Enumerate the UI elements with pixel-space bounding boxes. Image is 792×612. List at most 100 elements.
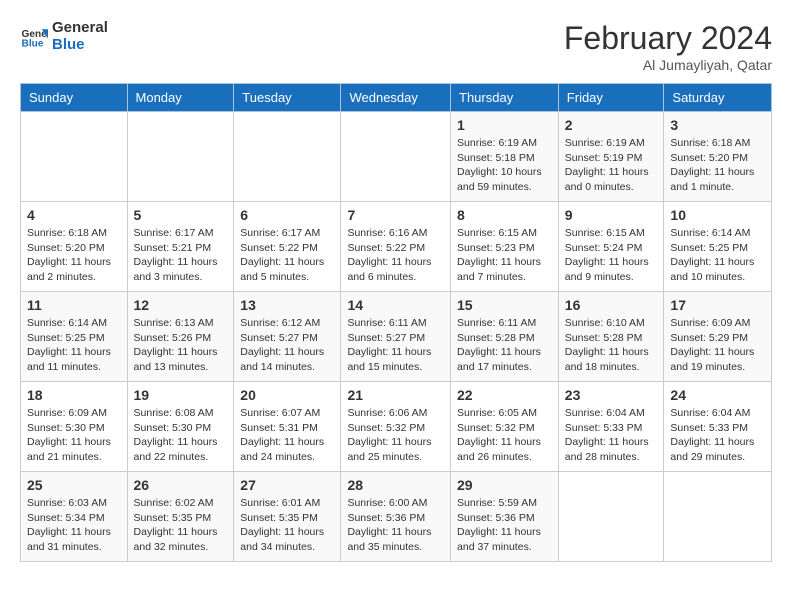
day-info: Sunrise: 6:06 AM Sunset: 5:32 PM Dayligh… (347, 406, 444, 465)
day-number: 9 (565, 207, 658, 223)
calendar-cell: 20 Sunrise: 6:07 AM Sunset: 5:31 PM Dayli… (234, 382, 341, 472)
calendar-cell (234, 112, 341, 202)
day-number: 25 (27, 477, 121, 493)
day-info: Sunrise: 6:04 AM Sunset: 5:33 PM Dayligh… (670, 406, 765, 465)
location: Al Jumayliyah, Qatar (564, 57, 772, 73)
day-number: 21 (347, 387, 444, 403)
day-number: 5 (134, 207, 228, 223)
calendar-cell: 1 Sunrise: 6:19 AM Sunset: 5:18 PM Daylig… (451, 112, 559, 202)
day-info: Sunrise: 6:01 AM Sunset: 5:35 PM Dayligh… (240, 496, 334, 555)
day-number: 8 (457, 207, 552, 223)
day-number: 17 (670, 297, 765, 313)
day-number: 15 (457, 297, 552, 313)
logo: General Blue General Blue (20, 20, 108, 53)
logo-icon: General Blue (20, 23, 48, 51)
day-number: 4 (27, 207, 121, 223)
day-info: Sunrise: 6:02 AM Sunset: 5:35 PM Dayligh… (134, 496, 228, 555)
page-header: General Blue General Blue February 2024 … (20, 20, 772, 73)
day-info: Sunrise: 6:14 AM Sunset: 5:25 PM Dayligh… (27, 316, 121, 375)
day-number: 13 (240, 297, 334, 313)
calendar-cell: 6 Sunrise: 6:17 AM Sunset: 5:22 PM Daylig… (234, 202, 341, 292)
day-info: Sunrise: 6:09 AM Sunset: 5:30 PM Dayligh… (27, 406, 121, 465)
calendar-cell: 10 Sunrise: 6:14 AM Sunset: 5:25 PM Dayli… (664, 202, 772, 292)
calendar-cell: 2 Sunrise: 6:19 AM Sunset: 5:19 PM Daylig… (558, 112, 664, 202)
day-number: 22 (457, 387, 552, 403)
weekday-header-wednesday: Wednesday (341, 84, 451, 112)
calendar-cell: 18 Sunrise: 6:09 AM Sunset: 5:30 PM Dayli… (21, 382, 128, 472)
day-info: Sunrise: 6:12 AM Sunset: 5:27 PM Dayligh… (240, 316, 334, 375)
calendar-cell: 24Sunrise: 6:04 AM Sunset: 5:33 PM Dayli… (664, 382, 772, 472)
calendar-cell (21, 112, 128, 202)
calendar-cell: 21 Sunrise: 6:06 AM Sunset: 5:32 PM Dayli… (341, 382, 451, 472)
day-info: Sunrise: 6:17 AM Sunset: 5:22 PM Dayligh… (240, 226, 334, 285)
calendar-table: SundayMondayTuesdayWednesdayThursdayFrid… (20, 83, 772, 562)
day-number: 6 (240, 207, 334, 223)
day-info: Sunrise: 6:19 AM Sunset: 5:18 PM Dayligh… (457, 136, 552, 195)
day-number: 7 (347, 207, 444, 223)
logo-line2: Blue (52, 37, 108, 54)
svg-text:Blue: Blue (22, 38, 44, 49)
day-number: 18 (27, 387, 121, 403)
day-number: 20 (240, 387, 334, 403)
day-info: Sunrise: 6:04 AM Sunset: 5:33 PM Dayligh… (565, 406, 658, 465)
day-info: Sunrise: 6:00 AM Sunset: 5:36 PM Dayligh… (347, 496, 444, 555)
month-year: February 2024 (564, 20, 772, 57)
day-info: Sunrise: 6:16 AM Sunset: 5:22 PM Dayligh… (347, 226, 444, 285)
calendar-cell: 11 Sunrise: 6:14 AM Sunset: 5:25 PM Dayli… (21, 292, 128, 382)
calendar-cell: 7 Sunrise: 6:16 AM Sunset: 5:22 PM Daylig… (341, 202, 451, 292)
weekday-header-sunday: Sunday (21, 84, 128, 112)
calendar-cell: 12 Sunrise: 6:13 AM Sunset: 5:26 PM Dayli… (127, 292, 234, 382)
calendar-cell (341, 112, 451, 202)
day-info: Sunrise: 6:10 AM Sunset: 5:28 PM Dayligh… (565, 316, 658, 375)
calendar-cell: 28 Sunrise: 6:00 AM Sunset: 5:36 PM Dayli… (341, 472, 451, 562)
day-info: Sunrise: 6:15 AM Sunset: 5:23 PM Dayligh… (457, 226, 552, 285)
day-number: 28 (347, 477, 444, 493)
day-info: Sunrise: 6:05 AM Sunset: 5:32 PM Dayligh… (457, 406, 552, 465)
calendar-cell: 25 Sunrise: 6:03 AM Sunset: 5:34 PM Dayli… (21, 472, 128, 562)
calendar-cell: 22 Sunrise: 6:05 AM Sunset: 5:32 PM Dayli… (451, 382, 559, 472)
calendar-cell: 15 Sunrise: 6:11 AM Sunset: 5:28 PM Dayli… (451, 292, 559, 382)
day-number: 10 (670, 207, 765, 223)
calendar-cell: 17 Sunrise: 6:09 AM Sunset: 5:29 PM Dayli… (664, 292, 772, 382)
weekday-header-monday: Monday (127, 84, 234, 112)
day-number: 26 (134, 477, 228, 493)
weekday-header-tuesday: Tuesday (234, 84, 341, 112)
title-block: February 2024 Al Jumayliyah, Qatar (564, 20, 772, 73)
day-number: 1 (457, 117, 552, 133)
day-info: Sunrise: 5:59 AM Sunset: 5:36 PM Dayligh… (457, 496, 552, 555)
calendar-cell: 9 Sunrise: 6:15 AM Sunset: 5:24 PM Daylig… (558, 202, 664, 292)
day-info: Sunrise: 6:13 AM Sunset: 5:26 PM Dayligh… (134, 316, 228, 375)
weekday-header-friday: Friday (558, 84, 664, 112)
day-number: 2 (565, 117, 658, 133)
day-info: Sunrise: 6:18 AM Sunset: 5:20 PM Dayligh… (670, 136, 765, 195)
day-number: 16 (565, 297, 658, 313)
day-info: Sunrise: 6:19 AM Sunset: 5:19 PM Dayligh… (565, 136, 658, 195)
day-info: Sunrise: 6:03 AM Sunset: 5:34 PM Dayligh… (27, 496, 121, 555)
day-number: 12 (134, 297, 228, 313)
calendar-cell: 4Sunrise: 6:18 AM Sunset: 5:20 PM Daylig… (21, 202, 128, 292)
day-info: Sunrise: 6:15 AM Sunset: 5:24 PM Dayligh… (565, 226, 658, 285)
calendar-cell: 5Sunrise: 6:17 AM Sunset: 5:21 PM Daylig… (127, 202, 234, 292)
calendar-cell: 13 Sunrise: 6:12 AM Sunset: 5:27 PM Dayli… (234, 292, 341, 382)
day-number: 11 (27, 297, 121, 313)
calendar-cell: 23 Sunrise: 6:04 AM Sunset: 5:33 PM Dayli… (558, 382, 664, 472)
calendar-cell: 3Sunrise: 6:18 AM Sunset: 5:20 PM Daylig… (664, 112, 772, 202)
calendar-cell: 8 Sunrise: 6:15 AM Sunset: 5:23 PM Daylig… (451, 202, 559, 292)
logo-line1: General (52, 20, 108, 37)
day-info: Sunrise: 6:14 AM Sunset: 5:25 PM Dayligh… (670, 226, 765, 285)
calendar-cell: 16 Sunrise: 6:10 AM Sunset: 5:28 PM Dayli… (558, 292, 664, 382)
day-info: Sunrise: 6:08 AM Sunset: 5:30 PM Dayligh… (134, 406, 228, 465)
day-number: 27 (240, 477, 334, 493)
weekday-header-saturday: Saturday (664, 84, 772, 112)
day-number: 23 (565, 387, 658, 403)
calendar-cell: 27 Sunrise: 6:01 AM Sunset: 5:35 PM Dayli… (234, 472, 341, 562)
calendar-cell: 26 Sunrise: 6:02 AM Sunset: 5:35 PM Dayli… (127, 472, 234, 562)
weekday-header-thursday: Thursday (451, 84, 559, 112)
calendar-cell (664, 472, 772, 562)
day-info: Sunrise: 6:07 AM Sunset: 5:31 PM Dayligh… (240, 406, 334, 465)
day-info: Sunrise: 6:11 AM Sunset: 5:28 PM Dayligh… (457, 316, 552, 375)
day-number: 19 (134, 387, 228, 403)
day-info: Sunrise: 6:11 AM Sunset: 5:27 PM Dayligh… (347, 316, 444, 375)
day-number: 29 (457, 477, 552, 493)
day-info: Sunrise: 6:09 AM Sunset: 5:29 PM Dayligh… (670, 316, 765, 375)
